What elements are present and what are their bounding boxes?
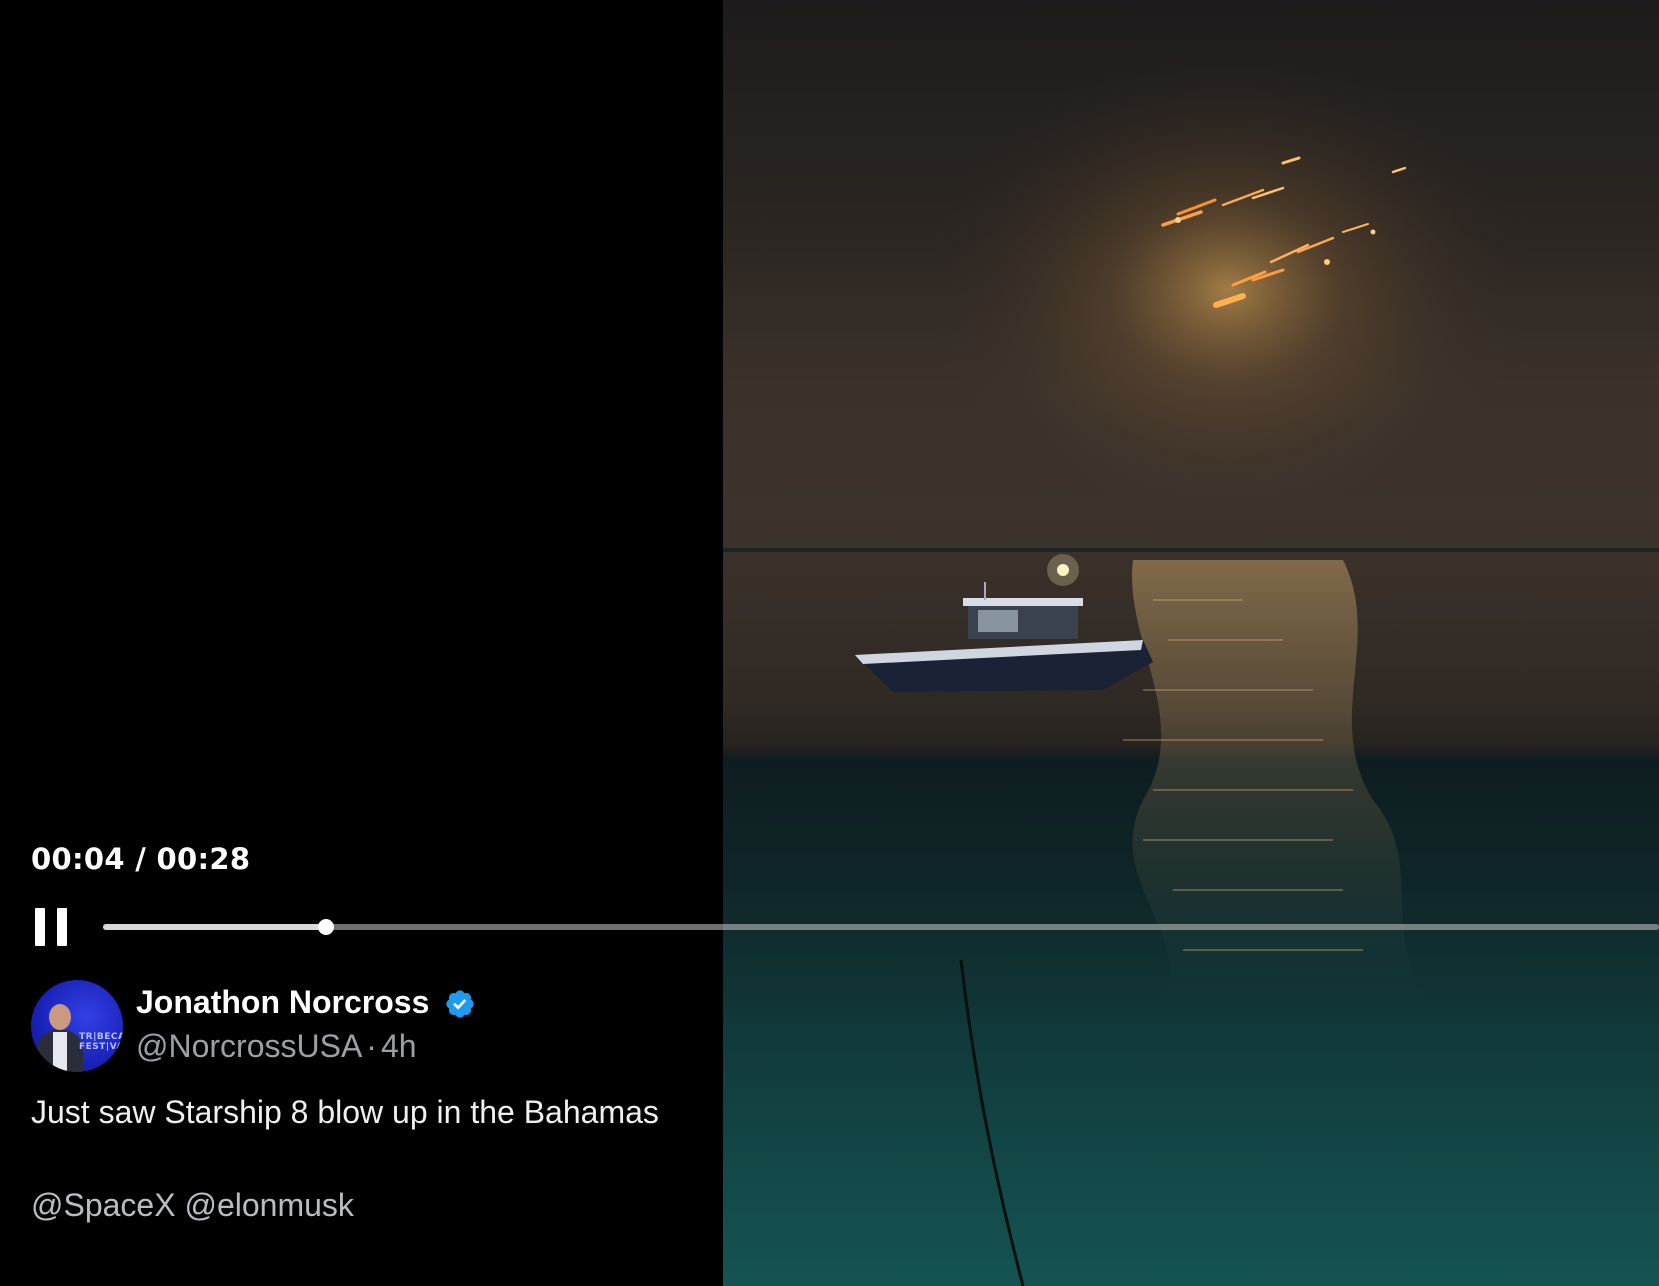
video-frame[interactable] — [723, 0, 1659, 1286]
fishing-line — [959, 959, 1025, 1286]
light-reflection — [1132, 560, 1423, 1000]
avatar-person-head — [49, 1004, 71, 1030]
tweet-text: Just saw Starship 8 blow up in the Baham… — [31, 1094, 659, 1130]
display-name[interactable]: Jonathon Norcross — [136, 984, 429, 1021]
boat — [855, 554, 1153, 692]
horizon-line — [723, 548, 1659, 552]
seek-handle[interactable] — [318, 919, 334, 935]
seek-bar[interactable] — [103, 919, 1659, 935]
video-time-readout: 00:04 / 00:28 — [31, 842, 251, 876]
pause-button[interactable] — [32, 906, 72, 948]
avatar-person-shirt — [53, 1032, 67, 1072]
user-handle[interactable]: @NorcrossUSA — [136, 1028, 362, 1064]
verified-badge-icon[interactable] — [444, 988, 476, 1020]
separator-dot: · — [366, 1028, 377, 1064]
avatar-banner: TR|BECA FEST|VAL — [79, 1032, 123, 1052]
mention-spacex[interactable]: @SpaceX — [31, 1187, 176, 1223]
video-scene — [723, 50, 1659, 1286]
explosion-glow — [928, 50, 1528, 530]
tweet-mentions: @SpaceX @elonmusk — [31, 1187, 354, 1224]
seek-progress — [103, 924, 326, 930]
handle-line: @NorcrossUSA · 4h — [136, 1028, 417, 1065]
pause-icon-bar — [57, 908, 67, 946]
mention-elonmusk[interactable]: @elonmusk — [184, 1187, 353, 1223]
pause-icon — [35, 908, 45, 946]
timestamp[interactable]: 4h — [381, 1028, 417, 1064]
avatar[interactable]: TR|BECA FEST|VAL — [31, 980, 123, 1072]
